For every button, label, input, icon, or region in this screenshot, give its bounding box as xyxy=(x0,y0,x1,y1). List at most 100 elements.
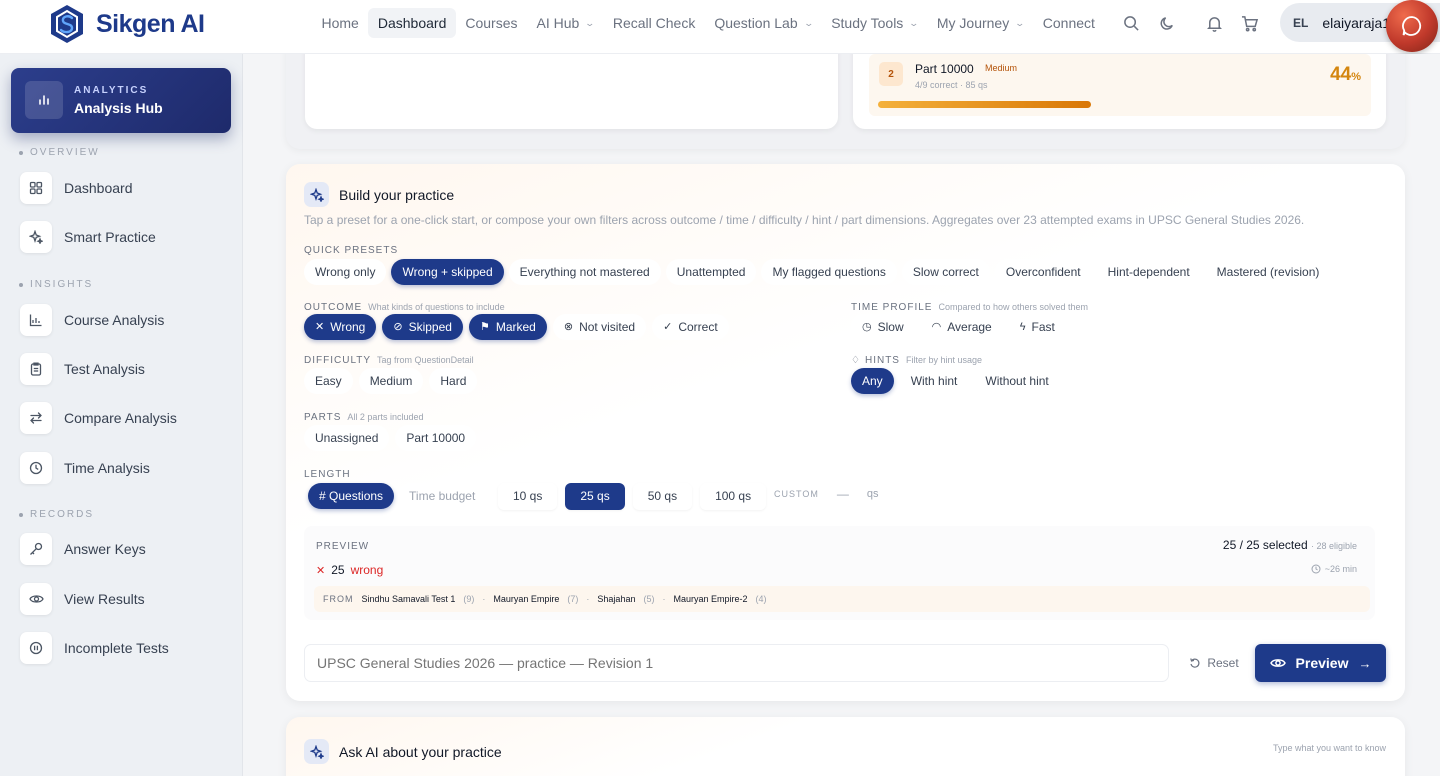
sparkle-icon xyxy=(304,739,329,764)
wrong-summary: ✕ 25 wrong xyxy=(316,563,384,577)
preset-chip-wrong-skipped[interactable]: Wrong + skipped xyxy=(391,259,504,285)
outcome-chip-wrong[interactable]: ✕ Wrong xyxy=(304,314,377,340)
chevron-down-icon: ⌄ xyxy=(908,18,920,28)
chat-icon xyxy=(1402,16,1422,36)
card-title: Build your practice xyxy=(339,187,455,203)
length-size-label: 50 qs xyxy=(647,489,678,503)
cart-icon[interactable] xyxy=(1239,12,1261,34)
difficulty-chip-label: Hard xyxy=(440,374,467,388)
separator: · xyxy=(586,594,590,604)
difficulty-label: DIFFICULTY Tag from QuestionDetail xyxy=(304,355,474,366)
nav-link-study-tools[interactable]: Study Tools ⌄ xyxy=(822,8,928,38)
outcome-chip-icon: ⚑ xyxy=(479,321,490,333)
preview-button[interactable]: Preview → xyxy=(1255,644,1386,682)
ai-card-title: Ask AI about your practice xyxy=(339,744,502,760)
preset-chip-everything-not-mastered[interactable]: Everything not mastered xyxy=(508,259,661,285)
sidebar-item-view-results[interactable]: View Results xyxy=(20,579,230,619)
part-percent: 44% xyxy=(1330,64,1361,85)
nav-link-dashboard[interactable]: Dashboard xyxy=(368,8,456,38)
outcome-chip-skipped[interactable]: ⊘ Skipped xyxy=(382,314,463,340)
analysis-hub-card[interactable]: ANALYTICS Analysis Hub xyxy=(11,68,231,133)
custom-unit: qs xyxy=(866,488,879,500)
sidebar-item-answer-keys[interactable]: Answer Keys xyxy=(20,529,230,569)
sidebar-item-course-analysis[interactable]: Course Analysis xyxy=(20,300,230,340)
time-chip-average[interactable]: ◠ Average xyxy=(920,314,1003,340)
sidebar-item-time-analysis[interactable]: Time Analysis xyxy=(20,448,230,488)
custom-length-input[interactable]: — xyxy=(837,487,849,501)
preset-chip-mastered-revision[interactable]: Mastered (revision) xyxy=(1205,259,1331,285)
outcome-chips: ✕ Wrong ⊘ Skipped ⚑ Marked ⊗ Not visited ✓ Correc… xyxy=(304,314,729,340)
preset-chip-label: My flagged questions xyxy=(772,265,886,279)
hint-chip-any[interactable]: Any xyxy=(851,368,894,394)
sidebar-item-incomplete-tests[interactable]: Incomplete Tests xyxy=(20,628,230,668)
part-chip-part-10000[interactable]: Part 10000 xyxy=(395,425,477,451)
close-icon: ✕ xyxy=(316,564,326,577)
sidebar-item-smart-practice[interactable]: Smart Practice xyxy=(20,217,230,257)
outcome-chip-label: Marked xyxy=(495,320,536,334)
part-row[interactable]: 2 Part 10000 Medium 4/9 correct · 85 qs … xyxy=(869,54,1371,116)
outcome-chip-marked[interactable]: ⚑ Marked xyxy=(468,314,547,340)
sidebar-item-compare-analysis[interactable]: Compare Analysis xyxy=(20,398,230,438)
outcome-chip-not-visited[interactable]: ⊗ Not visited xyxy=(552,314,647,340)
time-chip-fast[interactable]: ϟ Fast xyxy=(1008,314,1066,340)
nav-link-label: Recall Check xyxy=(612,15,696,31)
sparkle-icon xyxy=(20,221,52,253)
outcome-chip-label: Not visited xyxy=(579,320,636,334)
length-mode-time-budget[interactable]: Time budget xyxy=(398,483,487,509)
difficulty-chip-medium[interactable]: Medium xyxy=(358,368,424,394)
length-size-10-qs[interactable]: 10 qs xyxy=(498,483,558,510)
sidebar-item-test-analysis[interactable]: Test Analysis xyxy=(20,349,230,389)
hint-chip-without-hint[interactable]: Without hint xyxy=(974,368,1060,394)
nav-link-question-lab[interactable]: Question Lab ⌄ xyxy=(705,8,822,38)
preset-chip-unattempted[interactable]: Unattempted xyxy=(665,259,757,285)
search-icon[interactable] xyxy=(1120,12,1142,34)
preset-chip-wrong-only[interactable]: Wrong only xyxy=(304,259,387,285)
outcome-chip-correct[interactable]: ✓ Correct xyxy=(652,314,729,340)
nav-link-home[interactable]: Home xyxy=(312,8,368,38)
presets-label: QUICK PRESETS xyxy=(304,245,399,256)
brand[interactable]: Sikgen AI xyxy=(48,4,205,44)
preset-chip-slow-correct[interactable]: Slow correct xyxy=(901,259,990,285)
selected-count: 25 / 25 selected · 28 eligible xyxy=(1222,538,1357,552)
practice-name-input[interactable] xyxy=(304,644,1169,682)
nav-link-my-journey[interactable]: My Journey ⌄ xyxy=(927,8,1033,38)
nav-link-ai-hub[interactable]: AI Hub ⌄ xyxy=(527,8,603,38)
bell-icon[interactable] xyxy=(1203,12,1225,34)
difficulty-chip-hard[interactable]: Hard xyxy=(429,368,478,394)
section-records: RECORDS xyxy=(30,509,95,520)
length-size-25-qs[interactable]: 25 qs xyxy=(565,483,625,510)
bar-chart-icon xyxy=(25,81,63,119)
chat-button[interactable] xyxy=(1386,0,1438,52)
nav-link-label: Courses xyxy=(465,15,518,31)
length-size-50-qs[interactable]: 50 qs xyxy=(632,483,693,510)
difficulty-chip-label: Easy xyxy=(315,374,342,388)
nav-link-connect[interactable]: Connect xyxy=(1033,8,1104,38)
outcome-chip-label: Skipped xyxy=(408,320,452,334)
length-mode-questions[interactable]: # Questions xyxy=(308,483,395,509)
reset-button[interactable]: Reset xyxy=(1179,644,1249,682)
hint-chip-with-hint[interactable]: With hint xyxy=(899,368,969,394)
length-size-100-qs[interactable]: 100 qs xyxy=(700,483,767,510)
outcome-chip-label: Wrong xyxy=(330,320,366,334)
chevron-down-icon: ⌄ xyxy=(803,18,814,28)
part-performance-card: 2 Part 10000 Medium 4/9 correct · 85 qs … xyxy=(853,54,1386,129)
part-chip-unassigned[interactable]: Unassigned xyxy=(304,425,390,451)
time-chip-slow[interactable]: ◷ Slow xyxy=(851,314,915,340)
sidebar-item-label: Answer Keys xyxy=(64,541,146,557)
section-dot xyxy=(19,151,23,155)
clipboard-icon xyxy=(20,353,52,385)
preset-chip-my-flagged-questions[interactable]: My flagged questions xyxy=(761,259,897,285)
nav-link-recall-check[interactable]: Recall Check xyxy=(603,8,704,38)
part-chip-label: Part 10000 xyxy=(406,431,466,445)
custom-length: CUSTOM — qs xyxy=(774,487,878,501)
hint-chip-label: Without hint xyxy=(985,374,1049,388)
difficulty-chip-easy[interactable]: Easy xyxy=(304,368,353,394)
preset-chip-overconfident[interactable]: Overconfident xyxy=(994,259,1092,285)
moon-icon[interactable] xyxy=(1156,12,1178,34)
nav-link-courses[interactable]: Courses xyxy=(456,8,527,38)
separator: · xyxy=(662,594,666,604)
preset-chip-hint-dependent[interactable]: Hint-dependent xyxy=(1096,259,1201,285)
preview-kicker: PREVIEW xyxy=(316,541,370,552)
pause-icon xyxy=(20,632,52,664)
sidebar-item-dashboard[interactable]: Dashboard xyxy=(20,168,230,208)
